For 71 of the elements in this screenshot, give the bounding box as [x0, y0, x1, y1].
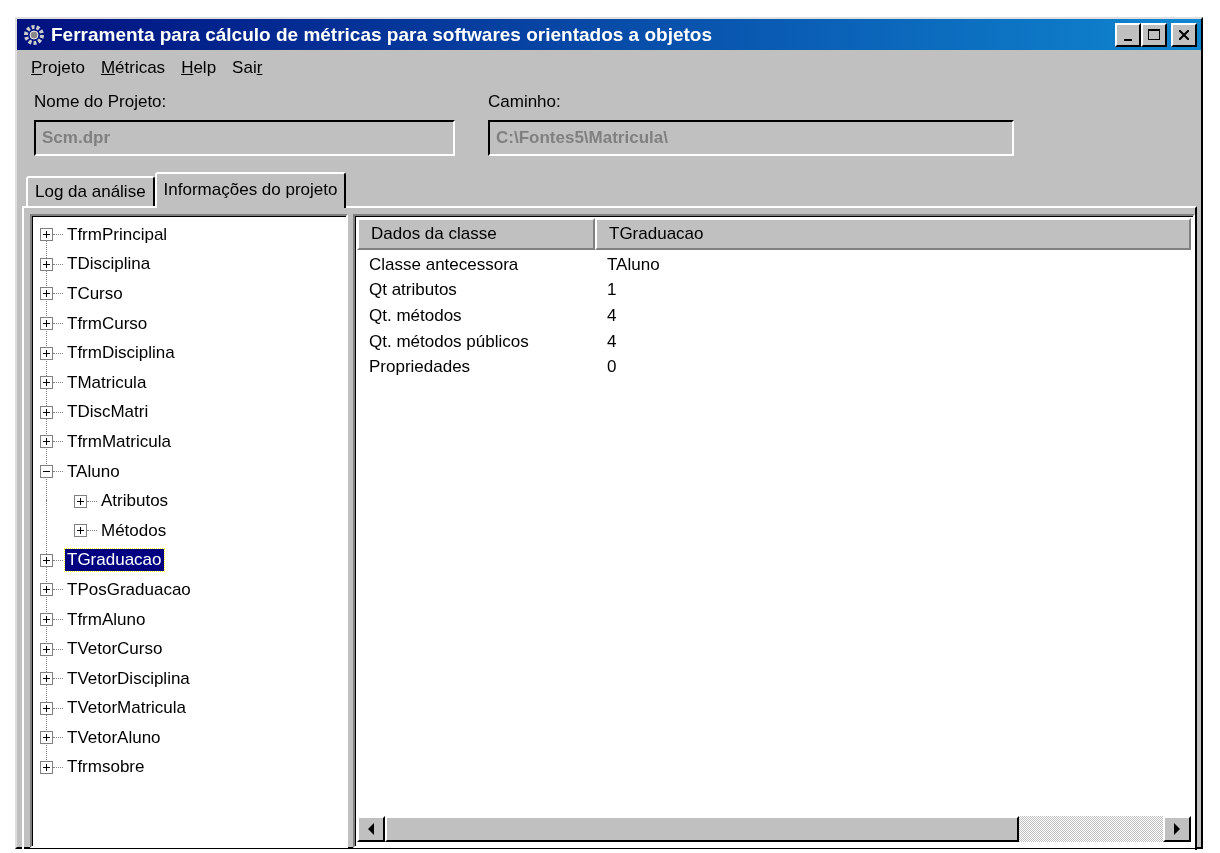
close-button[interactable]: [1171, 22, 1197, 47]
table-cell-text: 4: [606, 331, 618, 352]
tree-item[interactable]: Atributos: [99, 490, 171, 513]
close-icon: [1179, 29, 1189, 40]
tree-item[interactable]: TVetorDisciplina: [65, 667, 192, 690]
tree-item[interactable]: TDiscMatri: [65, 401, 151, 424]
table-cell-text: Classe antecessora: [368, 254, 520, 275]
tree-item[interactable]: Tfrmsobre: [65, 756, 147, 779]
expand-icon[interactable]: [40, 228, 53, 242]
collapse-icon[interactable]: [40, 465, 53, 479]
expand-icon[interactable]: [40, 701, 53, 715]
expand-icon[interactable]: [40, 613, 53, 626]
tab[interactable]: Informações do projeto: [154, 172, 347, 208]
expand-icon[interactable]: [40, 346, 53, 360]
table-cell-text: 0: [606, 357, 618, 378]
tree-item[interactable]: Métodos: [99, 519, 169, 542]
tree-item[interactable]: TMatricula: [65, 371, 149, 394]
tree-item[interactable]: TCurso: [65, 283, 125, 305]
table-cell-text: Qt. métodos públicos: [368, 331, 530, 352]
menu-item[interactable]: Sair: [226, 58, 269, 78]
tree-item[interactable]: TPosGraduacao: [65, 578, 193, 601]
table-cell-text: Qt. métodos: [368, 306, 463, 326]
column-header[interactable]: Dados da classe: [357, 218, 595, 250]
expand-icon[interactable]: [40, 405, 53, 419]
window-title: Ferramenta para cálculo de métricas para softwares orientados a objetos: [51, 23, 714, 46]
tree-item[interactable]: TGraduacao: [65, 549, 164, 572]
minimize-button[interactable]: [1115, 22, 1141, 47]
tree-item[interactable]: TVetorCurso: [65, 638, 165, 661]
field-label: Nome do Projeto:: [34, 92, 168, 112]
expand-icon[interactable]: [40, 317, 53, 331]
column-header[interactable]: TGraduacao: [595, 218, 1191, 250]
tree-item[interactable]: TfrmCurso: [65, 312, 150, 335]
right-arrow-icon: [1173, 823, 1181, 835]
tab[interactable]: Log da análise: [26, 176, 155, 206]
expand-icon[interactable]: [74, 524, 87, 538]
table-cell-text: 4: [606, 306, 618, 326]
expand-icon[interactable]: [40, 553, 53, 567]
tree-item[interactable]: TAluno: [65, 460, 122, 483]
table-cell-text: 1: [606, 280, 618, 301]
expand-icon[interactable]: [40, 761, 53, 774]
menu-item[interactable]: Métricas: [94, 58, 172, 78]
table-cell-text: Qt atributos: [368, 280, 458, 301]
tree-item[interactable]: TfrmDisciplina: [65, 342, 177, 365]
expand-icon[interactable]: [40, 376, 53, 390]
tree-item[interactable]: TfrmAluno: [65, 608, 148, 631]
maximize-icon: [1148, 29, 1160, 40]
left-arrow-icon: [367, 823, 375, 835]
minimize-icon: [1124, 38, 1132, 41]
tree-item[interactable]: TfrmMatricula: [65, 430, 173, 453]
field-label: Caminho:: [488, 92, 562, 112]
scroll-right-button[interactable]: [1163, 816, 1191, 842]
menu-item[interactable]: Projeto: [25, 58, 91, 78]
maximize-button[interactable]: [1141, 22, 1167, 47]
expand-icon[interactable]: [40, 257, 53, 271]
tree-item[interactable]: TVetorMatricula: [65, 697, 189, 720]
scroll-left-button[interactable]: [357, 816, 385, 842]
scrollbar-thumb[interactable]: [385, 816, 1019, 842]
tree-item[interactable]: TfrmPrincipal: [65, 223, 170, 246]
expand-icon[interactable]: [40, 583, 53, 597]
expand-icon[interactable]: [40, 642, 53, 656]
expand-icon[interactable]: [40, 731, 53, 745]
table-cell-text: TAluno: [606, 254, 661, 275]
tree-item[interactable]: TVetorAluno: [65, 726, 163, 749]
expand-icon[interactable]: [40, 672, 53, 686]
gear-icon: [23, 23, 45, 46]
tree-item[interactable]: TDisciplina: [65, 253, 153, 276]
menu-item[interactable]: Help: [175, 58, 223, 78]
expand-icon[interactable]: [74, 494, 87, 508]
expand-icon[interactable]: [40, 435, 53, 449]
expand-icon[interactable]: [40, 287, 53, 301]
table-cell-text: Propriedades: [368, 357, 472, 378]
